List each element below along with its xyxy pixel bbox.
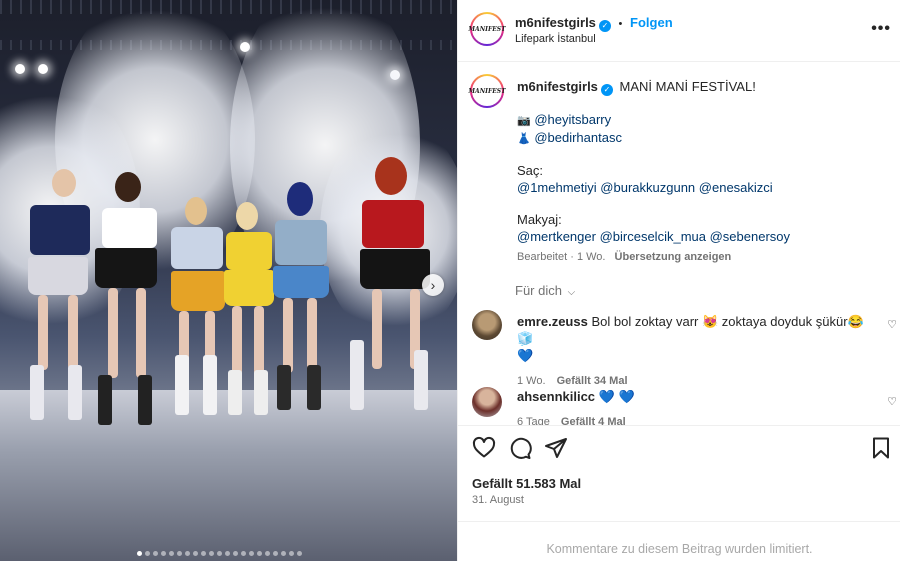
carousel-dot[interactable] bbox=[177, 551, 182, 556]
mention-link[interactable]: @birceselcik_mua bbox=[600, 229, 706, 244]
credit-line: 👗 @bedirhantasc bbox=[517, 130, 877, 148]
mention-link[interactable]: @heyitsbarry bbox=[534, 112, 611, 127]
carousel-dot[interactable] bbox=[153, 551, 158, 556]
carousel-dot[interactable] bbox=[161, 551, 166, 556]
carousel-dot[interactable] bbox=[209, 551, 214, 556]
carousel-dot[interactable] bbox=[249, 551, 254, 556]
location-link[interactable]: Lifepark İstanbul bbox=[515, 33, 596, 45]
carousel-dot[interactable] bbox=[289, 551, 294, 556]
comment-body-cont: 💙 bbox=[517, 348, 534, 363]
post-image[interactable]: › bbox=[0, 0, 457, 561]
avatar-logo: MANIFEST bbox=[468, 76, 506, 106]
comment: emre.zeuss Bol bol zoktay varr 😻 zoktaya… bbox=[517, 313, 877, 390]
send-icon[interactable] bbox=[544, 436, 568, 460]
performer bbox=[90, 170, 170, 430]
comments-limited-notice: Kommentare zu diesem Beitrag wurden limi… bbox=[458, 521, 900, 561]
comment-time[interactable]: 6 Tage bbox=[517, 416, 550, 425]
dress-icon: 👗 bbox=[517, 132, 531, 145]
mention-link[interactable]: @burakkuzgunn bbox=[600, 180, 695, 195]
stage-light bbox=[15, 64, 25, 74]
comments-area[interactable]: MANIFEST m6nifestgirls ✓ MANİ MANİ FESTİV… bbox=[458, 63, 900, 425]
credit-line: 📷 @heyitsbarry bbox=[517, 112, 877, 130]
carousel-dot[interactable] bbox=[281, 551, 286, 556]
carousel-dot[interactable] bbox=[297, 551, 302, 556]
comment-meta: 6 Tage Gefällt 4 Mal bbox=[517, 414, 877, 425]
carousel-dot[interactable] bbox=[185, 551, 190, 556]
comment-likes[interactable]: Gefällt 4 Mal bbox=[561, 416, 626, 425]
for-you-label: Für dich bbox=[515, 283, 562, 298]
comment-username[interactable]: emre.zeuss bbox=[517, 314, 588, 329]
post-date: 31. August bbox=[472, 494, 524, 506]
mention-link[interactable]: @enesakizci bbox=[699, 180, 773, 195]
mention-link[interactable]: @1mehmetiyi bbox=[517, 180, 597, 195]
action-bar: Gefällt 51.583 Mal 31. August bbox=[458, 425, 900, 521]
stage-truss bbox=[0, 0, 457, 14]
avatar-logo: MANIFEST bbox=[468, 14, 506, 44]
carousel-dot[interactable] bbox=[201, 551, 206, 556]
carousel-dot[interactable] bbox=[169, 551, 174, 556]
makeup-credits: @mertkenger @birceselcik_mua @sebenersoy bbox=[517, 229, 877, 246]
follow-button[interactable]: Folgen bbox=[630, 15, 673, 30]
comment-username[interactable]: ahsennkilicc bbox=[517, 389, 595, 404]
comment-time[interactable]: 1 Wo. bbox=[517, 375, 546, 387]
carousel-dot[interactable] bbox=[265, 551, 270, 556]
carousel-dot[interactable] bbox=[193, 551, 198, 556]
mention-link[interactable]: @sebenersoy bbox=[710, 229, 790, 244]
chevron-down-icon: ⌵ bbox=[567, 287, 576, 298]
comment-like-heart-icon[interactable]: ♡ bbox=[887, 395, 897, 408]
carousel-dot[interactable] bbox=[233, 551, 238, 556]
hair-label: Saç: bbox=[517, 163, 544, 178]
mention-link[interactable]: @mertkenger bbox=[517, 229, 596, 244]
bookmark-icon[interactable] bbox=[869, 436, 893, 460]
avatar[interactable] bbox=[472, 387, 502, 417]
header-username[interactable]: m6nifestgirls bbox=[515, 15, 596, 30]
comment-likes[interactable]: Gefällt 34 Mal bbox=[557, 375, 628, 387]
carousel-dots bbox=[137, 551, 302, 556]
caption: m6nifestgirls ✓ MANİ MANİ FESTİVAL! 📷 @he… bbox=[517, 79, 877, 266]
carousel-next-button[interactable]: › bbox=[422, 274, 444, 296]
verified-badge-icon: ✓ bbox=[600, 84, 613, 96]
carousel-dot[interactable] bbox=[225, 551, 230, 556]
post-panel: MANIFEST m6nifestgirls ✓ • Folgen Lifepar… bbox=[457, 0, 900, 561]
carousel-dot[interactable] bbox=[145, 551, 150, 556]
avatar[interactable] bbox=[472, 310, 502, 340]
translate-link[interactable]: Übersetzung anzeigen bbox=[615, 251, 732, 263]
camera-icon: 📷 bbox=[517, 115, 531, 127]
performer bbox=[265, 180, 340, 415]
carousel-dot[interactable] bbox=[273, 551, 278, 556]
like-count[interactable]: Gefällt 51.583 Mal bbox=[472, 476, 581, 491]
verified-badge-icon: ✓ bbox=[598, 20, 611, 32]
performer bbox=[10, 165, 100, 435]
carousel-dot[interactable] bbox=[217, 551, 222, 556]
mention-link[interactable]: @bedirhantasc bbox=[534, 130, 622, 145]
caption-title: MANİ MANİ FESTİVAL! bbox=[619, 79, 756, 94]
avatar[interactable]: MANIFEST bbox=[468, 12, 506, 46]
heart-icon[interactable] bbox=[472, 436, 496, 460]
caption-username[interactable]: m6nifestgirls bbox=[517, 79, 598, 94]
separator: • bbox=[618, 18, 623, 30]
comment-body: 💙 💙 bbox=[598, 389, 635, 404]
for-you-toggle[interactable]: Für dich ⌵ bbox=[515, 283, 575, 298]
avatar[interactable]: MANIFEST bbox=[468, 74, 506, 108]
post-header: MANIFEST m6nifestgirls ✓ • Folgen Lifepar… bbox=[458, 0, 900, 62]
caption-time[interactable]: 1 Wo. bbox=[577, 251, 606, 263]
carousel-dot[interactable] bbox=[257, 551, 262, 556]
carousel-dot[interactable] bbox=[241, 551, 246, 556]
more-horizontal-icon[interactable]: ••• bbox=[871, 20, 891, 38]
stage-light bbox=[38, 64, 48, 74]
carousel-dot[interactable] bbox=[137, 551, 142, 556]
hair-credits: @1mehmetiyi @burakkuzgunn @enesakizci bbox=[517, 180, 877, 197]
caption-meta: Bearbeitet · 1 Wo. Übersetzung anzeigen bbox=[517, 251, 732, 263]
comment-like-heart-icon[interactable]: ♡ bbox=[887, 318, 897, 331]
comment: ahsennkilicc 💙 💙 6 Tage Gefällt 4 Mal bbox=[517, 388, 877, 425]
comment-icon[interactable] bbox=[508, 436, 532, 460]
edited-label: Bearbeitet bbox=[517, 251, 568, 263]
makeup-label: Makyaj: bbox=[517, 212, 562, 227]
